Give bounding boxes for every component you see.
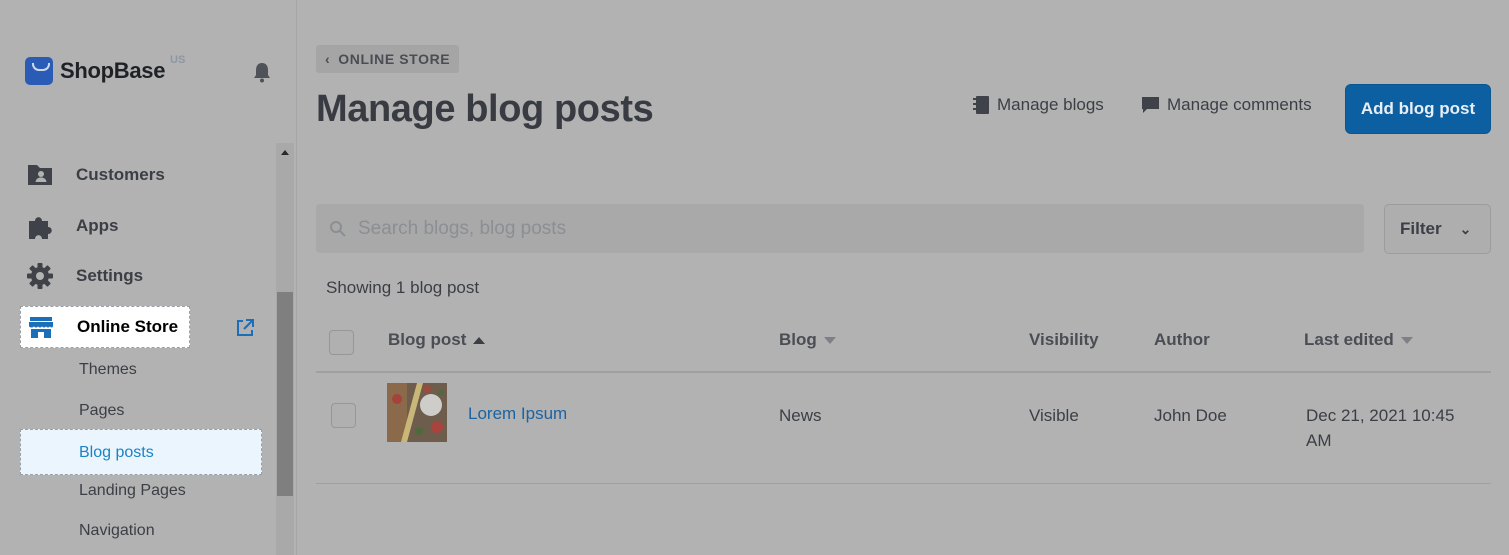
sort-descending-icon: [1400, 336, 1413, 344]
last-edited-time: AM: [1306, 431, 1332, 450]
column-header-label: Last edited: [1304, 330, 1394, 349]
sidebar-item-online-store[interactable]: Online Store: [20, 306, 190, 348]
sidebar-item-customers[interactable]: Customers: [25, 160, 165, 190]
column-header-last-edited[interactable]: Last edited: [1304, 330, 1413, 350]
post-thumbnail[interactable]: [387, 383, 447, 442]
comment-icon: [1142, 96, 1159, 113]
brand-region: US: [170, 54, 186, 66]
gear-icon: [25, 261, 55, 291]
sidebar-subitem-pages[interactable]: Pages: [79, 402, 124, 420]
column-header-label: Visibility: [1029, 330, 1099, 349]
sort-descending-icon: [823, 336, 836, 344]
search-placeholder: Search blogs, blog posts: [358, 217, 567, 239]
brand-logo[interactable]: ShopBase: [25, 57, 165, 85]
column-header-blog[interactable]: Blog: [779, 330, 836, 350]
customers-icon: [25, 160, 55, 190]
shopbase-logo-icon: [25, 57, 53, 85]
add-blog-post-button[interactable]: Add blog post: [1345, 84, 1491, 134]
column-header-author: Author: [1154, 330, 1210, 350]
search-input[interactable]: Search blogs, blog posts: [316, 204, 1364, 253]
sidebar-subitem-blog-posts[interactable]: Blog posts: [20, 429, 262, 475]
author-cell: John Doe: [1154, 406, 1227, 425]
blog-post-title-link[interactable]: Lorem Ipsum: [468, 404, 567, 424]
sidebar-item-settings[interactable]: Settings: [25, 261, 143, 291]
sidebar-item-label: Online Store: [77, 317, 179, 336]
column-header-label: Blog post: [388, 330, 467, 349]
sidebar-item-label: Apps: [76, 216, 119, 235]
sidebar-item-label: Settings: [76, 266, 144, 285]
scroll-up-icon[interactable]: [281, 150, 289, 155]
sidebar-subitem-label: Blog posts: [79, 444, 154, 461]
sort-ascending-icon: [473, 336, 486, 344]
blog-cell: News: [779, 406, 822, 425]
filter-button[interactable]: Filter ⌄: [1384, 204, 1491, 254]
last-edited-date: Dec 21, 2021 10:45: [1306, 406, 1455, 425]
puzzle-icon: [25, 211, 55, 241]
column-header-visibility: Visibility: [1029, 330, 1099, 350]
column-header-label: Blog: [779, 330, 817, 349]
column-header-label: Author: [1154, 330, 1210, 349]
page-title: Manage blog posts: [316, 88, 654, 130]
notebook-icon: [973, 96, 989, 114]
store-icon: [26, 312, 56, 342]
sidebar-subitem-themes[interactable]: Themes: [79, 361, 137, 379]
manage-comments-button[interactable]: Manage comments: [1141, 95, 1312, 115]
chevron-left-icon: ‹: [325, 51, 331, 67]
brand-name: ShopBase: [60, 58, 166, 83]
sidebar-item-label: Customers: [76, 165, 165, 184]
sidebar-item-apps[interactable]: Apps: [25, 211, 119, 241]
sidebar-subitem-navigation[interactable]: Navigation: [79, 522, 155, 540]
table-row-divider: [316, 483, 1491, 484]
visibility-cell: Visible: [1029, 406, 1079, 425]
chevron-down-icon: ⌄: [1459, 220, 1472, 237]
breadcrumb-label: ONLINE STORE: [338, 51, 451, 67]
sidebar-subitem-landing-pages[interactable]: Landing Pages: [79, 482, 186, 500]
column-header-blog-post[interactable]: Blog post: [388, 330, 486, 350]
bell-icon[interactable]: [252, 61, 272, 83]
manage-comments-label: Manage comments: [1167, 95, 1312, 114]
results-count: Showing 1 blog post: [326, 278, 480, 297]
search-icon: [330, 220, 346, 237]
select-all-checkbox[interactable]: [329, 330, 354, 355]
sidebar: ShopBase US Customers Apps Settings Onli…: [0, 0, 297, 555]
filter-label: Filter: [1400, 219, 1442, 238]
row-checkbox[interactable]: [331, 403, 356, 428]
manage-blogs-label: Manage blogs: [997, 95, 1104, 114]
breadcrumb[interactable]: ‹ ONLINE STORE: [316, 45, 460, 73]
scrollbar-thumb[interactable]: [277, 292, 293, 496]
table-header-divider: [316, 371, 1491, 373]
manage-blogs-button[interactable]: Manage blogs: [972, 95, 1104, 115]
external-link-icon[interactable]: [235, 318, 255, 338]
